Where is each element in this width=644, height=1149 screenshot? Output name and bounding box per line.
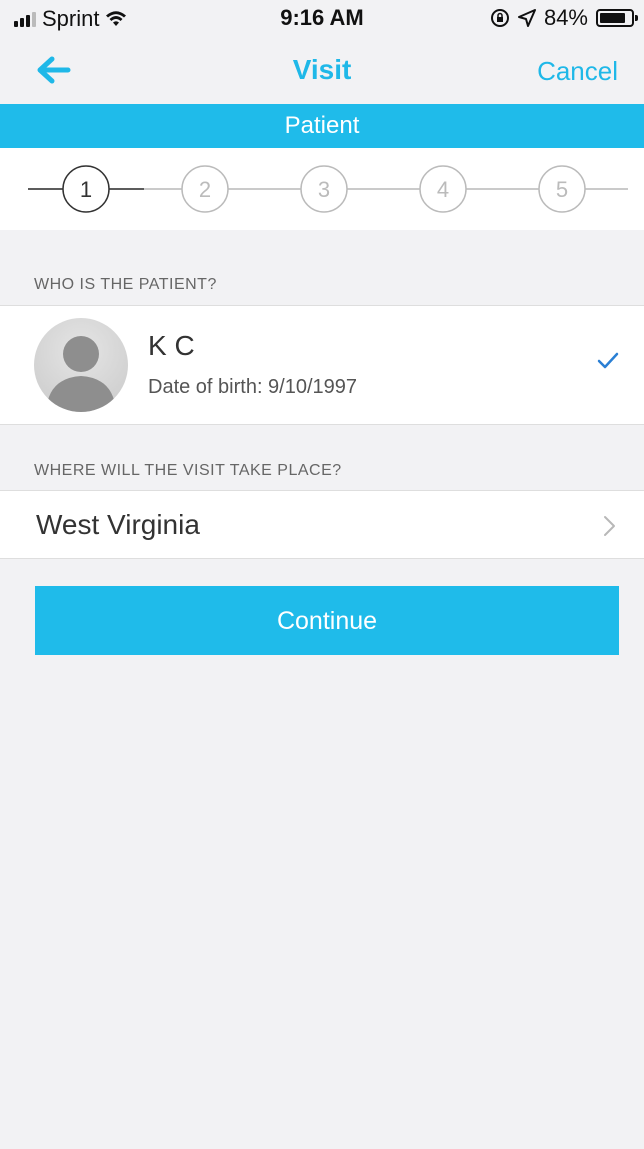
- step-label-3: 3: [318, 177, 330, 202]
- cancel-button[interactable]: Cancel: [537, 56, 618, 87]
- step-label-4: 4: [437, 177, 449, 202]
- patient-section-label: WHO IS THE PATIENT?: [34, 276, 217, 293]
- step-indicator: 1 2 3 4 5: [0, 148, 644, 230]
- chevron-right-icon: [604, 516, 615, 536]
- patient-dob: Date of birth: 9/10/1997: [148, 376, 358, 398]
- location-section-label: WHERE WILL THE VISIT TAKE PLACE?: [34, 462, 342, 479]
- continue-button[interactable]: Continue: [35, 586, 619, 655]
- status-bar: Sprint 9:16 AM 84%: [0, 0, 644, 36]
- patient-name: K C: [148, 330, 195, 361]
- rotation-lock-icon: [490, 9, 509, 27]
- battery-icon: [596, 9, 638, 27]
- nav-bar: Visit Cancel: [0, 36, 644, 104]
- location-row[interactable]: West Virginia: [0, 490, 644, 559]
- avatar: [34, 318, 128, 412]
- step-label-2: 2: [199, 177, 211, 202]
- stepper-graphic: 1 2 3 4 5: [28, 165, 628, 213]
- checkmark-icon: [597, 352, 619, 369]
- location-value: West Virginia: [36, 509, 200, 540]
- step-label-1: 1: [80, 177, 92, 202]
- patient-row[interactable]: K C Date of birth: 9/10/1997: [0, 305, 644, 425]
- step-label-5: 5: [556, 177, 568, 202]
- location-icon: [517, 9, 536, 27]
- battery-percent: 84%: [543, 5, 588, 30]
- section-banner: Patient: [0, 104, 644, 148]
- status-right: 84%: [490, 5, 638, 31]
- person-silhouette-icon: [46, 336, 116, 412]
